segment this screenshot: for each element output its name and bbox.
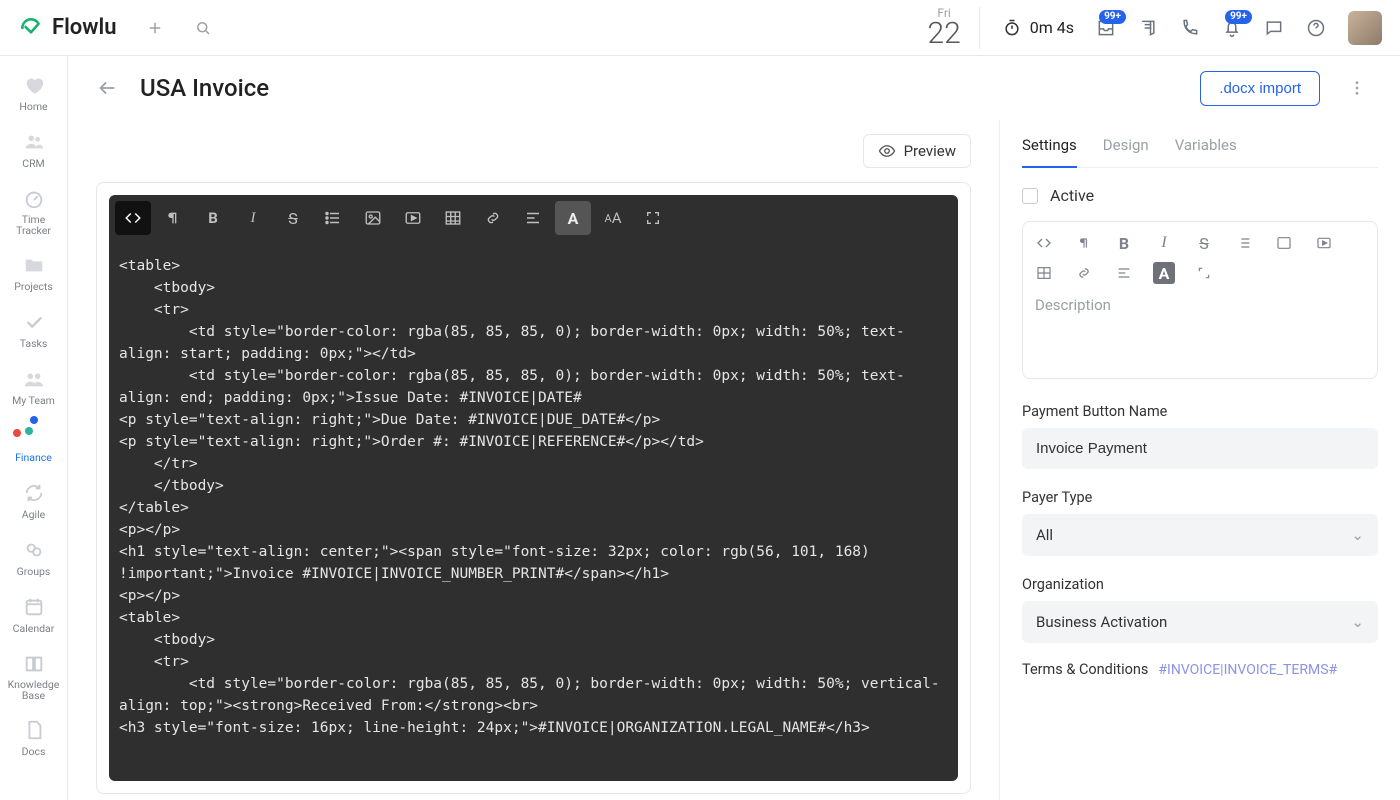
tab-settings[interactable]: Settings (1022, 136, 1077, 168)
video-button[interactable] (395, 201, 431, 235)
left-nav: Home CRM Time Tracker Projects Tasks My … (0, 56, 68, 800)
nav-my-team[interactable]: My Team (4, 364, 64, 411)
back-button[interactable] (96, 77, 118, 99)
paragraph-button[interactable] (155, 201, 191, 235)
nav-groups[interactable]: Groups (4, 535, 64, 582)
mini-image-icon[interactable] (1273, 232, 1295, 254)
notifications-button[interactable]: 99+ (1222, 18, 1242, 38)
terms-variable: #INVOICE|INVOICE_TERMS# (1158, 662, 1337, 678)
chevron-down-icon: ⌄ (1351, 526, 1364, 544)
table-button[interactable] (435, 201, 471, 235)
inbox-button[interactable]: 99+ (1096, 18, 1116, 38)
nav-agile[interactable]: Agile (4, 478, 64, 525)
code-view-button[interactable] (115, 201, 151, 235)
page: USA Invoice .docx import Preview B I (68, 56, 1400, 800)
date-display: Fri 22 (927, 7, 979, 49)
image-button[interactable] (355, 201, 391, 235)
messages-button[interactable] (1264, 18, 1284, 38)
link-button[interactable] (475, 201, 511, 235)
description-editor[interactable]: B I S A Description (1022, 221, 1378, 379)
terms-label: Terms & Conditions (1022, 661, 1148, 678)
check-icon (23, 311, 45, 333)
organization-select[interactable]: Business Activation ⌄ (1022, 601, 1378, 643)
topbar: Flowlu Fri 22 0m 4s 99+ 99+ (0, 0, 1400, 56)
align-button[interactable] (515, 201, 551, 235)
timer-value: 0m 4s (1030, 18, 1074, 37)
calls-button[interactable] (1180, 18, 1200, 38)
mini-paragraph-icon[interactable] (1073, 232, 1095, 254)
finance-icon (23, 425, 45, 447)
page-title: USA Invoice (140, 74, 269, 102)
settings-pane: Settings Design Variables Active B I S (1000, 120, 1400, 800)
docx-import-button[interactable]: .docx import (1200, 71, 1320, 106)
nav-knowledge-base[interactable]: Knowledge Base (4, 649, 64, 705)
payment-button-label: Payment Button Name (1022, 403, 1378, 420)
team-icon (23, 368, 45, 390)
mini-italic-icon[interactable]: I (1153, 232, 1175, 254)
tab-design[interactable]: Design (1103, 136, 1149, 167)
strike-button[interactable]: S (275, 201, 311, 235)
doc-icon (23, 719, 45, 741)
code-editor[interactable]: <table> <tbody> <tr> <td style="border-c… (109, 241, 958, 781)
mini-strike-icon[interactable]: S (1193, 232, 1215, 254)
nav-tasks[interactable]: Tasks (4, 307, 64, 354)
active-checkbox[interactable] (1022, 188, 1038, 204)
mini-align-icon[interactable] (1113, 262, 1135, 284)
payer-type-select[interactable]: All ⌄ (1022, 514, 1378, 556)
folder-icon (23, 254, 45, 276)
more-button[interactable] (1342, 73, 1372, 103)
payment-button-input[interactable] (1022, 428, 1378, 469)
date-number: 22 (927, 19, 960, 49)
mini-bold-icon[interactable]: B (1113, 232, 1135, 254)
page-header: USA Invoice .docx import (68, 56, 1400, 120)
chevron-down-icon: ⌄ (1351, 613, 1364, 631)
active-label: Active (1050, 186, 1094, 205)
fullscreen-button[interactable] (635, 201, 671, 235)
mini-video-icon[interactable] (1313, 232, 1335, 254)
user-avatar[interactable] (1348, 11, 1382, 45)
nav-projects[interactable]: Projects (4, 250, 64, 297)
nav-finance[interactable]: Finance (4, 421, 64, 468)
notes-button[interactable] (1138, 18, 1158, 38)
calendar-icon (23, 596, 45, 618)
italic-button[interactable]: I (235, 201, 271, 235)
help-button[interactable] (1306, 18, 1326, 38)
timer-button[interactable]: 0m 4s (1002, 18, 1074, 38)
people-icon (23, 131, 45, 153)
gauge-icon (23, 188, 45, 210)
app-logo[interactable]: Flowlu (18, 15, 117, 41)
eye-icon (878, 142, 896, 160)
nav-crm[interactable]: CRM (4, 127, 64, 174)
font-size-button[interactable]: AA (595, 201, 631, 235)
text-color-button[interactable]: A (555, 201, 591, 235)
editor-toolbar: B I S A AA (109, 195, 958, 241)
nav-home[interactable]: Home (4, 70, 64, 117)
app-name: Flowlu (52, 15, 117, 40)
tab-variables[interactable]: Variables (1175, 136, 1237, 167)
organization-label: Organization (1022, 576, 1378, 593)
mini-list-icon[interactable] (1233, 232, 1255, 254)
circles-icon (23, 539, 45, 561)
nav-calendar[interactable]: Calendar (4, 592, 64, 639)
add-button[interactable] (145, 18, 165, 38)
nav-docs[interactable]: Docs (4, 715, 64, 762)
book-icon (23, 653, 45, 675)
mini-link-icon[interactable] (1073, 262, 1095, 284)
bold-button[interactable]: B (195, 201, 231, 235)
heart-icon (23, 74, 45, 96)
payer-type-label: Payer Type (1022, 489, 1378, 506)
search-button[interactable] (193, 18, 213, 38)
mini-textcolor-icon[interactable]: A (1153, 262, 1175, 284)
preview-button[interactable]: Preview (863, 134, 971, 168)
nav-time-tracker[interactable]: Time Tracker (4, 184, 64, 240)
mini-expand-icon[interactable] (1193, 262, 1215, 284)
list-button[interactable] (315, 201, 351, 235)
editor-pane: Preview B I S A AA (68, 120, 1000, 800)
mini-code-icon[interactable] (1033, 232, 1055, 254)
side-tabs: Settings Design Variables (1022, 136, 1378, 168)
mini-table-icon[interactable] (1033, 262, 1055, 284)
editor-card: B I S A AA <table> <tbody> <tr> <td styl… (96, 182, 971, 794)
description-placeholder: Description (1033, 292, 1367, 374)
loop-icon (23, 482, 45, 504)
